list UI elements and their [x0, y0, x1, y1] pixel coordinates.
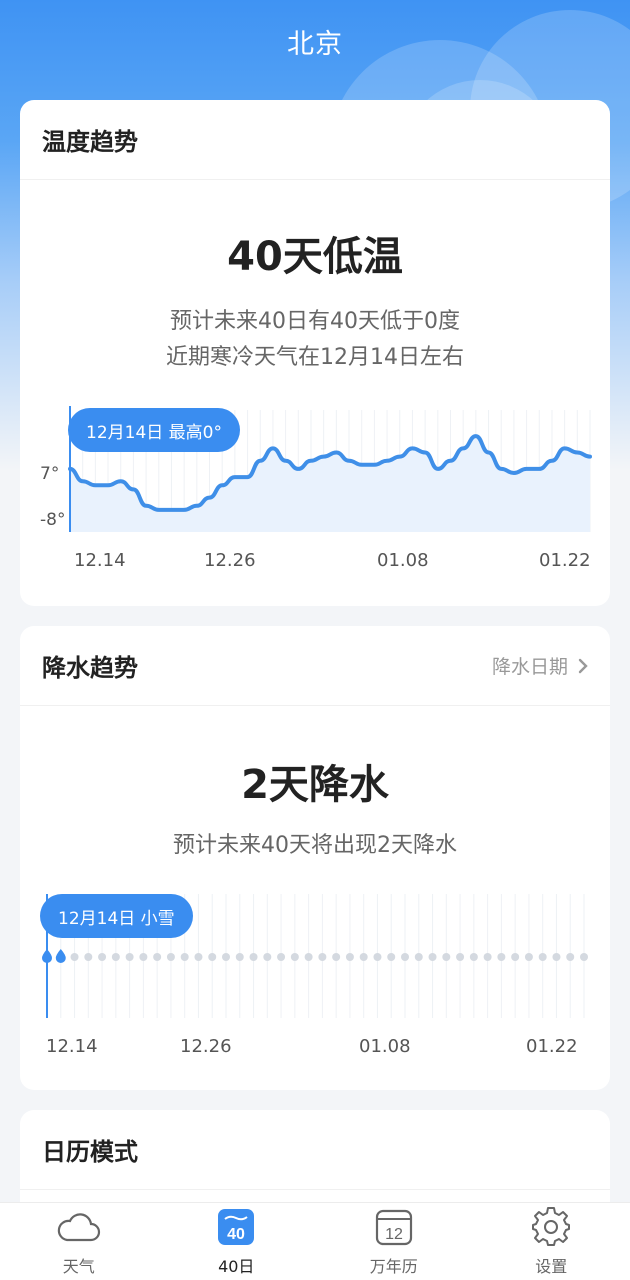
temperature-desc: 预计未来40日有40天低于0度 近期寒冷天气在12月14日左右	[20, 304, 610, 376]
temperature-desc-line1: 预计未来40日有40天低于0度	[170, 309, 460, 334]
no-rain-dot	[580, 953, 588, 961]
no-rain-dot	[153, 953, 162, 961]
no-rain-dot	[304, 953, 313, 961]
temperature-desc-line2: 近期寒冷天气在12月14日左右	[166, 345, 464, 370]
y-label-low: -8°	[40, 510, 66, 530]
no-rain-dot	[332, 953, 341, 961]
tab-label: 设置	[535, 1257, 568, 1276]
no-rain-dot	[277, 953, 286, 961]
tab-settings[interactable]: 设置	[473, 1203, 630, 1280]
no-rain-dot	[139, 953, 148, 961]
no-rain-dot	[469, 953, 478, 961]
no-rain-dot	[249, 953, 258, 961]
precipitation-desc: 预计未来40天将出现2天降水	[173, 833, 457, 858]
calendar-icon-text: 12	[385, 1226, 403, 1243]
no-rain-dot	[222, 953, 230, 961]
x-label: 12.14	[74, 550, 126, 571]
chevron-right-icon	[578, 658, 588, 673]
no-rain-dot	[387, 953, 396, 961]
rain-dates-link[interactable]: 降水日期	[492, 652, 588, 679]
x-label: 01.08	[377, 550, 429, 571]
forty-day-icon: 40	[218, 1209, 255, 1245]
no-rain-dot	[359, 953, 368, 961]
tab-label: 40日	[218, 1257, 255, 1276]
no-rain-dot	[345, 953, 354, 961]
no-rain-dot	[538, 953, 547, 961]
cloud-icon	[57, 1213, 100, 1242]
x-label: 12.26	[180, 1036, 232, 1057]
calendar-title: 日历模式	[42, 1138, 138, 1166]
no-rain-dot	[235, 953, 244, 961]
no-rain-dot	[290, 953, 299, 961]
tab-calendar[interactable]: 12 万年历	[315, 1203, 473, 1280]
no-rain-dot	[208, 953, 217, 961]
x-label: 01.22	[526, 1036, 578, 1057]
gear-icon	[532, 1207, 571, 1246]
no-rain-dot	[442, 953, 451, 961]
no-rain-dot	[194, 953, 203, 961]
no-rain-dot	[552, 953, 561, 961]
no-rain-dot	[98, 953, 107, 961]
temperature-card-header: 温度趋势	[20, 100, 610, 180]
no-rain-dot	[456, 953, 465, 961]
x-label: 12.14	[46, 1036, 98, 1057]
x-label: 12.26	[204, 550, 256, 571]
temperature-tooltip: 12月14日 最高0°	[68, 408, 240, 452]
no-rain-dot	[318, 953, 327, 961]
no-rain-dot	[180, 953, 189, 961]
no-rain-dot	[524, 953, 533, 961]
no-rain-dot	[401, 953, 409, 961]
rain-dates-label: 降水日期	[491, 656, 568, 678]
no-rain-dot	[483, 953, 492, 961]
tab-label: 天气	[62, 1257, 95, 1276]
temperature-headline: 40天低温	[227, 234, 403, 280]
temperature-title: 温度趋势	[42, 128, 138, 156]
no-rain-dot	[497, 953, 506, 961]
x-label: 01.22	[539, 550, 591, 571]
no-rain-dot	[414, 953, 423, 961]
tab-40-day[interactable]: 40 40日	[158, 1203, 316, 1280]
temperature-card: 温度趋势 40天低温 预计未来40日有40天低于0度 近期寒冷天气在12月14日…	[20, 100, 610, 606]
y-label-high: 7°	[40, 464, 60, 484]
precipitation-card: 降水趋势 降水日期 2天降水 预计未来40天将出现2天降水 12月14日 小雪 …	[20, 626, 610, 1090]
no-rain-dot	[511, 953, 520, 961]
bottom-tab-bar: 天气 40 40日 12 万年历 设置	[0, 1202, 630, 1280]
no-rain-dot	[566, 953, 575, 961]
forty-icon-text: 40	[227, 1226, 245, 1243]
no-rain-dot	[125, 953, 134, 961]
no-rain-dot	[373, 953, 382, 961]
precipitation-card-header: 降水趋势 降水日期	[20, 626, 610, 706]
no-rain-dot	[263, 953, 272, 961]
no-rain-dot	[84, 953, 93, 961]
tab-label: 万年历	[369, 1257, 418, 1276]
no-rain-dot	[428, 953, 437, 961]
precipitation-tooltip: 12月14日 小雪	[40, 894, 193, 938]
precipitation-headline: 2天降水	[241, 762, 389, 808]
no-rain-dot	[166, 953, 175, 961]
calendar-card-header: 日历模式	[20, 1110, 610, 1190]
x-label: 01.08	[359, 1036, 411, 1057]
tab-weather[interactable]: 天气	[0, 1203, 158, 1280]
rain-drop-icon	[42, 949, 52, 963]
city-title[interactable]: 北京	[0, 22, 630, 61]
no-rain-dot	[111, 953, 120, 961]
calendar-icon: 12	[375, 1209, 412, 1246]
no-rain-dot	[70, 953, 79, 961]
rain-drop-icon	[55, 949, 66, 963]
precipitation-title: 降水趋势	[42, 654, 138, 682]
